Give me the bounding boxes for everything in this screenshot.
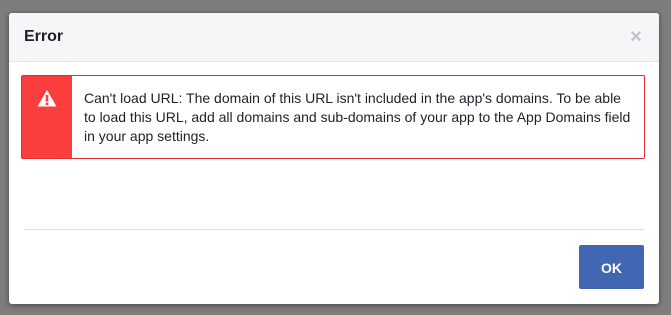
- error-dialog: Error × Can't load URL: The domain of th…: [9, 13, 659, 304]
- ok-button[interactable]: OK: [579, 245, 644, 289]
- footer-divider: [24, 229, 644, 230]
- warning-triangle-icon: [37, 90, 57, 107]
- dialog-header: Error ×: [9, 13, 659, 62]
- error-message-box: Can't load URL: The domain of this URL i…: [21, 75, 645, 159]
- close-icon[interactable]: ×: [627, 27, 645, 47]
- error-icon-area: [22, 76, 72, 158]
- error-message-text: Can't load URL: The domain of this URL i…: [84, 90, 631, 144]
- dialog-title: Error: [24, 28, 64, 45]
